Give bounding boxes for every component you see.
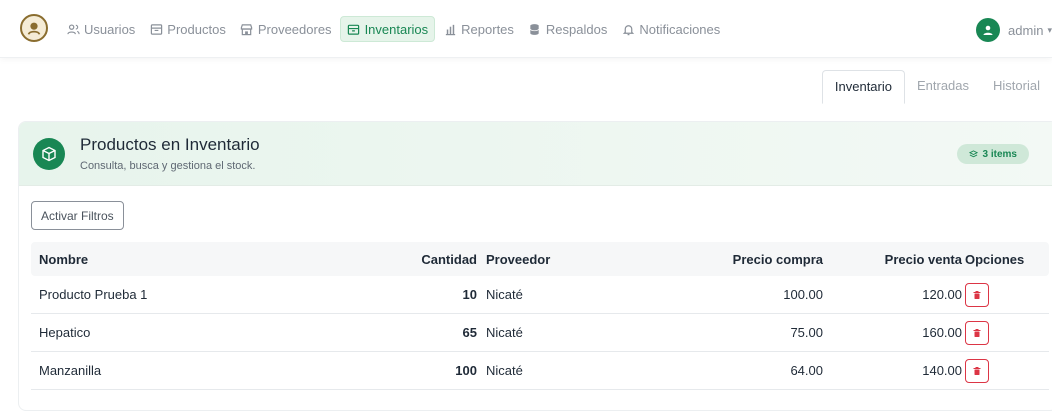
header-opciones: Opciones — [965, 251, 1025, 267]
layers-icon — [968, 149, 978, 157]
trash-icon — [973, 328, 981, 337]
table-row: Manzanilla 100 Nicaté 64.00 140.00 — [31, 352, 1049, 390]
nav-item-label: Inventarios — [364, 21, 429, 37]
tab-historial[interactable]: Historial — [981, 70, 1052, 104]
table-row: Producto Prueba 1 10 Nicaté 100.00 120.0… — [31, 276, 1049, 314]
table-header-row: Nombre Cantidad Proveedor Precio compra … — [31, 242, 1049, 276]
database-icon — [528, 22, 542, 36]
delete-button[interactable] — [965, 320, 989, 345]
cell-cantidad: 10 — [462, 287, 477, 302]
nav-item-proveedores[interactable]: Proveedores — [234, 16, 338, 42]
header-nombre[interactable]: Nombre — [39, 242, 88, 276]
cell-cantidad: 65 — [462, 325, 477, 340]
cell-opciones — [965, 314, 989, 351]
nav-item-notificaciones[interactable]: Notificaciones — [615, 16, 726, 42]
cell-precio-venta: 140.00 — [922, 363, 962, 378]
inventory-icon — [347, 22, 361, 36]
box-icon — [149, 22, 163, 36]
tab-inventario[interactable]: Inventario — [821, 70, 905, 104]
main-nav: Usuarios Productos Proveedores Inventari… — [60, 16, 728, 42]
logo[interactable] — [20, 14, 48, 42]
table-row: Hepatico 65 Nicaté 75.00 160.00 — [31, 314, 1049, 352]
items-count-badge: 3 items — [956, 144, 1029, 164]
cell-proveedor: Nicaté — [486, 363, 523, 378]
card-header: Productos en Inventario Consulta, busca … — [19, 122, 1052, 186]
user-menu[interactable]: admin ▾ — [976, 18, 1052, 42]
cell-nombre: Hepatico — [39, 325, 91, 340]
nav-item-label: Notificaciones — [639, 21, 721, 37]
cell-proveedor: Nicaté — [486, 325, 523, 340]
user-name: admin — [1008, 22, 1044, 38]
cell-nombre: Producto Prueba 1 — [39, 287, 148, 302]
delete-button[interactable] — [965, 358, 989, 383]
header-precio-compra[interactable]: Precio compra — [733, 242, 823, 276]
header-cantidad[interactable]: Cantidad — [421, 242, 477, 276]
package-icon — [33, 138, 65, 170]
header-precio-venta[interactable]: Precio venta — [885, 242, 962, 276]
card-title: Productos en Inventario — [80, 135, 260, 154]
cell-opciones — [965, 276, 989, 313]
cell-precio-venta: 160.00 — [922, 325, 962, 340]
inventory-tabs: Inventario Entradas Historial — [821, 70, 1052, 104]
card-subtitle: Consulta, busca y gestiona el stock. — [80, 160, 256, 172]
inventory-card: Productos en Inventario Consulta, busca … — [18, 121, 1052, 411]
bar-chart-icon — [443, 22, 457, 36]
logo-emblem-icon — [27, 22, 41, 35]
cell-nombre: Manzanilla — [39, 363, 102, 378]
nav-item-label: Respaldos — [545, 21, 608, 37]
nav-item-label: Reportes — [461, 21, 514, 37]
trash-icon — [973, 366, 981, 375]
nav-item-label: Usuarios — [84, 21, 136, 37]
badge-label: 3 items — [982, 148, 1017, 160]
top-navbar: Usuarios Productos Proveedores Inventari… — [0, 0, 1052, 58]
cell-precio-venta: 120.00 — [922, 287, 962, 302]
cell-precio-compra: 64.00 — [790, 363, 823, 378]
cell-opciones — [965, 352, 989, 389]
nav-item-productos[interactable]: Productos — [143, 16, 232, 42]
trash-icon — [973, 290, 981, 299]
nav-item-reportes[interactable]: Reportes — [437, 16, 520, 42]
nav-item-usuarios[interactable]: Usuarios — [60, 16, 141, 42]
header-proveedor[interactable]: Proveedor — [486, 242, 550, 276]
nav-item-respaldos[interactable]: Respaldos — [522, 16, 613, 42]
users-icon — [66, 22, 80, 36]
avatar — [976, 18, 1001, 42]
user-icon — [983, 25, 993, 35]
cell-cantidad: 100 — [455, 363, 477, 378]
cell-proveedor: Nicaté — [486, 287, 523, 302]
cell-precio-compra: 75.00 — [790, 325, 823, 340]
tab-entradas[interactable]: Entradas — [905, 70, 981, 104]
delete-button[interactable] — [965, 282, 989, 307]
activar-filtros-button[interactable]: Activar Filtros — [31, 201, 124, 230]
chevron-down-icon: ▾ — [1047, 24, 1052, 35]
bell-icon — [621, 22, 635, 36]
nav-item-label: Proveedores — [257, 21, 332, 37]
nav-item-label: Productos — [167, 21, 226, 37]
nav-item-inventarios[interactable]: Inventarios — [339, 16, 436, 42]
store-icon — [240, 22, 254, 36]
inventory-table: Nombre Cantidad Proveedor Precio compra … — [31, 242, 1049, 390]
cell-precio-compra: 100.00 — [783, 287, 823, 302]
